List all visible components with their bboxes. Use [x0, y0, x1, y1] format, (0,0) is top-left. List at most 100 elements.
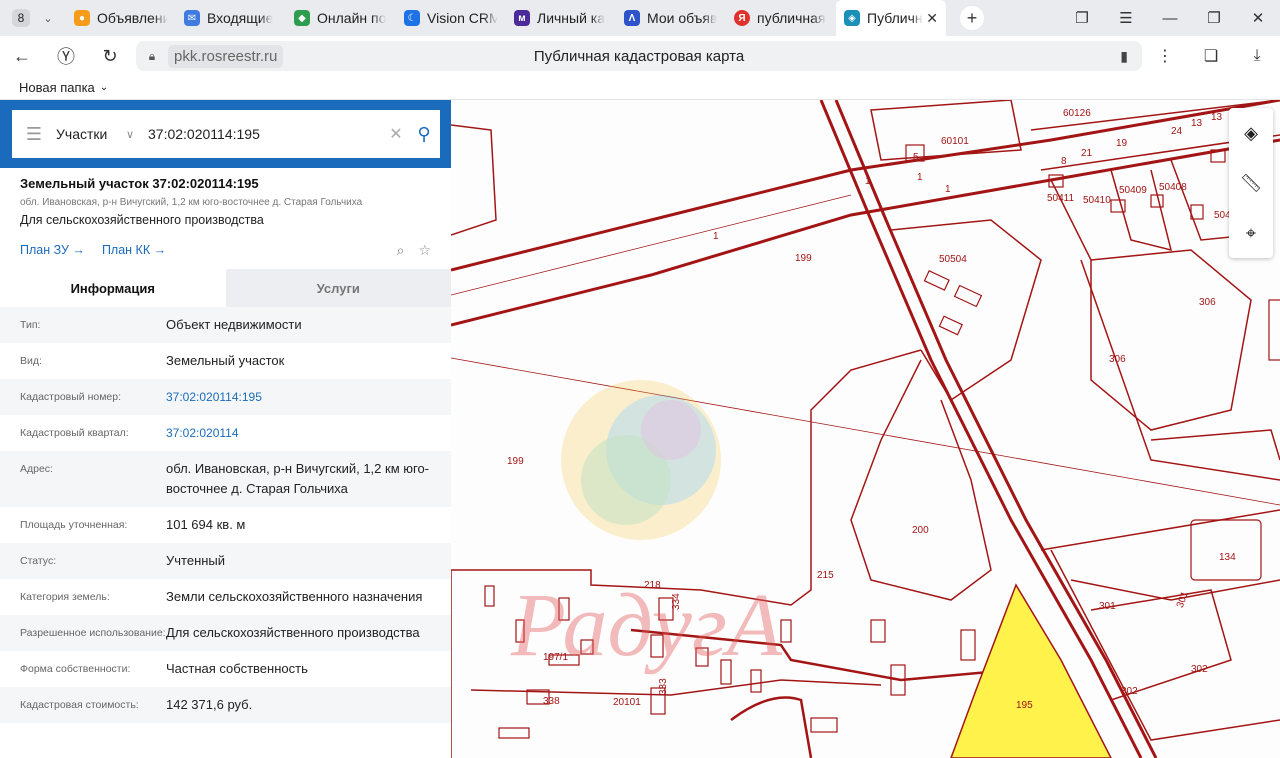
tab-favicon-icon: ● — [74, 10, 90, 26]
svg-text:50408: 50408 — [1159, 182, 1187, 193]
search-input[interactable]: 37:02:020114:195 — [148, 126, 384, 142]
ruler-icon[interactable]: 📏︎ — [1229, 158, 1273, 208]
yandex-icon[interactable]: Ⓨ — [44, 43, 88, 69]
close-tab-icon[interactable]: ✕ — [926, 10, 938, 27]
object-address: обл. Ивановская, р-н Вичугский, 1,2 км ю… — [20, 197, 363, 208]
browser-tab[interactable]: ● Объявлени — [66, 0, 176, 36]
browser-tab[interactable]: Япубличная — [726, 0, 836, 36]
attribute-label: Кадастровая стоимость: — [20, 699, 139, 711]
svg-text:333: 333 — [658, 678, 669, 695]
attribute-label: Категория земель: — [20, 591, 110, 603]
cadastral-number-link[interactable]: 37:02:020114:195 — [166, 387, 431, 407]
info-panel: ☰ Участки ∨ 37:02:020114:195 ✕ ⚲ Земельн… — [0, 100, 451, 758]
attribute-label: Кадастровый квартал: — [20, 427, 129, 439]
close-window-button[interactable]: ✕ — [1236, 9, 1280, 27]
attribute-row: Кадастровый квартал: 37:02:020114 — [0, 415, 451, 451]
svg-text:5: 5 — [913, 152, 919, 163]
cadastral-map[interactable]: РадугА 60126 60101 5 1 1 1 1 8 21 19 24 … — [451, 100, 1280, 758]
svg-text:13: 13 — [1191, 118, 1203, 129]
tab-favicon-icon: Λ — [624, 10, 640, 26]
download-icon[interactable]: ⤓ — [1234, 47, 1280, 65]
attribute-row: Адрес: обл. Ивановская, р-н Вичугский, 1,… — [0, 451, 451, 507]
omnibox[interactable]: 🔒︎ pkk.rosreestr.ru Публичная кадастрова… — [136, 41, 1142, 71]
attribute-value: Частная собственность — [166, 661, 308, 676]
svg-text:302: 302 — [1191, 664, 1208, 675]
tab-sidebar-icon[interactable]: ❐ — [1060, 9, 1104, 27]
layers-icon[interactable]: ◈ — [1229, 108, 1273, 158]
browser-tab[interactable]: ✉ Входящие — [176, 0, 286, 36]
more-icon[interactable]: ⋮ — [1142, 46, 1188, 66]
new-tab-button[interactable]: + — [960, 6, 984, 30]
clear-icon[interactable]: ✕ — [384, 124, 408, 144]
tab-favicon-icon: ✉ — [184, 10, 200, 26]
reload-icon[interactable]: ↻ — [88, 46, 132, 67]
bookmarks-bar: Новая папка ⌄ — [0, 76, 1280, 100]
bookmark-folder[interactable]: Новая папка — [19, 80, 95, 95]
attribute-row: Кадастровая стоимость: 142 371,6 руб. — [0, 687, 451, 723]
bookmark-icon[interactable]: ▮ — [1120, 48, 1128, 65]
hamburger-icon[interactable]: ☰ — [12, 124, 56, 145]
svg-text:60126: 60126 — [1063, 108, 1091, 119]
browser-tab[interactable]: Λ Мои объяв — [616, 0, 726, 36]
attribute-row: Площадь уточненная: 101 694 кв. м — [0, 507, 451, 543]
chevron-down-icon[interactable]: ⌄ — [100, 82, 108, 93]
attribute-label: Тип: — [20, 319, 41, 331]
svg-text:338: 338 — [543, 696, 560, 707]
lock-icon[interactable]: 🔒︎ — [136, 49, 168, 64]
svg-text:13: 13 — [1211, 112, 1223, 123]
svg-text:1: 1 — [917, 172, 923, 183]
attribute-label: Статус: — [20, 555, 57, 567]
attributes-table: Тип: Объект недвижимости Вид: Земельный уч… — [0, 307, 451, 723]
attribute-label: Адрес: — [20, 463, 53, 475]
svg-text:200: 200 — [912, 525, 929, 536]
minimize-button[interactable]: — — [1148, 10, 1192, 27]
attribute-row: Разрешенное использование: Для сельскохоз… — [0, 615, 451, 651]
browser-tab[interactable]: м Личный ка — [506, 0, 616, 36]
address-bar: ← Ⓨ ↻ 🔒︎ pkk.rosreestr.ru Публичная када… — [0, 36, 1280, 76]
restore-button[interactable]: ❐ — [1192, 9, 1236, 27]
extensions-icon[interactable]: ❏ — [1188, 46, 1234, 66]
svg-text:1: 1 — [713, 231, 719, 242]
object-title: Земельный участок 37:02:020114:195 — [20, 176, 259, 191]
attribute-value: обл. Ивановская, р-н Вичугский, 1,2 км ю… — [166, 461, 430, 496]
url-text[interactable]: pkk.rosreestr.ru — [168, 44, 284, 68]
tab-services[interactable]: Услуги — [225, 269, 451, 307]
zoom-to-object-icon[interactable]: ⌕ — [397, 242, 405, 259]
toolbar-right: ⋮ ❏ ⤓ — [1142, 36, 1280, 76]
attribute-label: Кадастровый номер: — [20, 391, 122, 403]
selected-parcel[interactable] — [950, 583, 1112, 758]
attribute-row: Кадастровый номер: 37:02:020114:195 — [0, 379, 451, 415]
browser-tab[interactable]: ◆ Онлайн по — [286, 0, 396, 36]
tab-favicon-icon: ◈ — [844, 10, 860, 26]
plan-zu-link[interactable]: План ЗУ → — [20, 243, 85, 257]
locate-icon[interactable]: ⌖ — [1229, 208, 1273, 258]
attribute-value: 142 371,6 руб. — [166, 697, 253, 712]
tab-strip: 8 ⌄ ● Объявлени ✉ Входящие ◆ Онлайн по ☾ Vis… — [0, 0, 1280, 36]
svg-text:24: 24 — [1171, 126, 1183, 137]
back-arrow-icon[interactable]: ← — [0, 46, 44, 67]
cadastral-quarter-link[interactable]: 37:02:020114 — [166, 423, 431, 443]
svg-text:197/1: 197/1 — [543, 652, 568, 663]
svg-text:20101: 20101 — [613, 697, 641, 708]
tab-counter[interactable]: 8 — [6, 5, 36, 31]
favorite-star-icon[interactable]: ☆ — [418, 242, 431, 259]
svg-text:306: 306 — [1109, 354, 1126, 365]
svg-text:1: 1 — [865, 176, 871, 187]
search-icon[interactable]: ⚲ — [408, 124, 440, 145]
tab-list-chevron-icon[interactable]: ⌄ — [36, 12, 60, 25]
plan-links: План ЗУ → План КК → — [20, 243, 166, 257]
map-canvas[interactable]: РадугА 60126 60101 5 1 1 1 1 8 21 19 24 … — [451, 100, 1280, 758]
plan-kk-link[interactable]: План КК → — [102, 243, 166, 257]
search-type-select[interactable]: Участки — [56, 126, 126, 142]
attribute-label: Разрешенное использование: — [20, 627, 166, 639]
browser-tab-active[interactable]: ◈ Публичн ✕ — [836, 0, 946, 36]
object-purpose: Для сельскохозяйственного производства — [20, 213, 264, 227]
svg-text:1: 1 — [945, 184, 951, 195]
browser-tab[interactable]: ☾ Vision CRM — [396, 0, 506, 36]
svg-text:306: 306 — [1199, 297, 1216, 308]
svg-text:60101: 60101 — [941, 136, 969, 147]
menu-icon[interactable]: ☰ — [1104, 9, 1148, 27]
tab-information[interactable]: Информация — [0, 269, 226, 307]
window-controls: ❐ ☰ — ❐ ✕ — [1060, 0, 1280, 36]
chevron-down-icon[interactable]: ∨ — [126, 128, 148, 141]
